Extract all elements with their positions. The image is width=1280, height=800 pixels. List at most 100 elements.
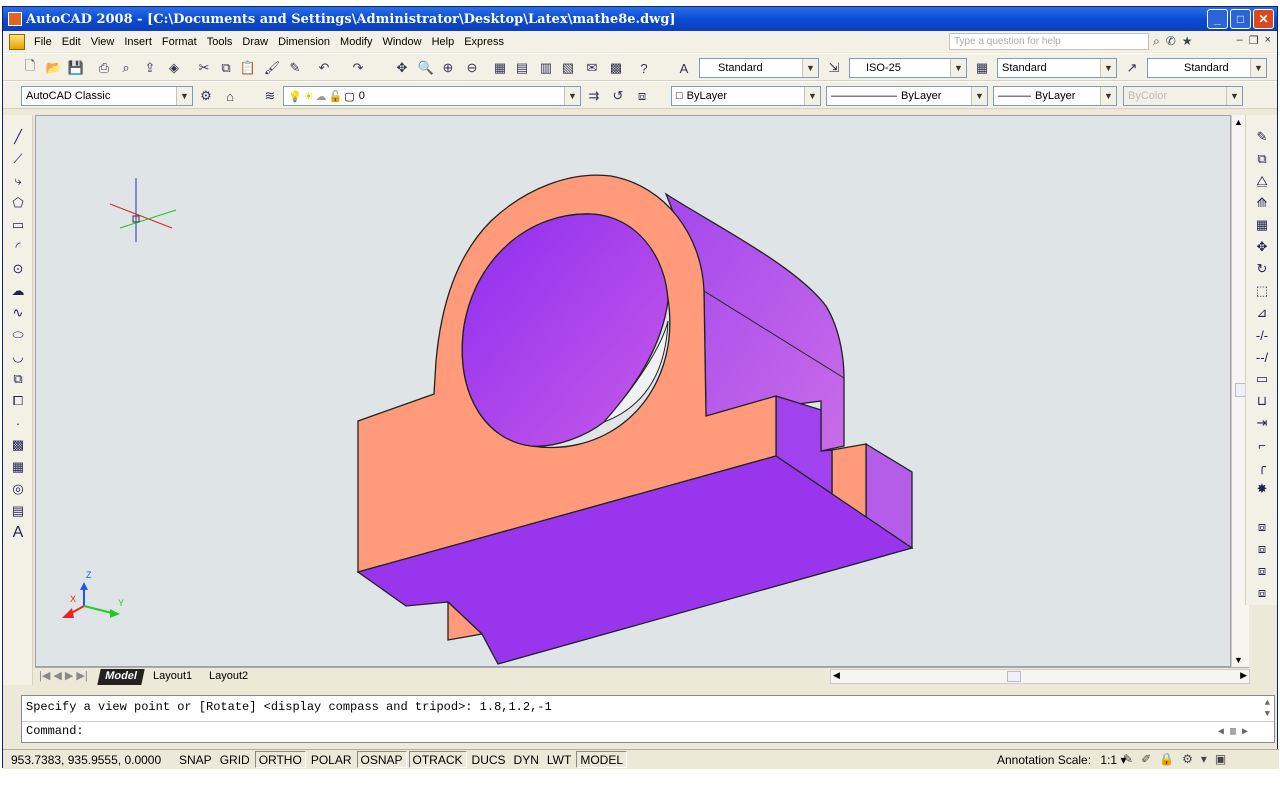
close-button[interactable]: ✕ [1253,9,1274,29]
zoom-realtime-icon[interactable]: 🔍 [417,59,435,77]
lwt-toggle[interactable]: LWT [544,751,574,768]
make-block-icon[interactable]: ⧠ [8,391,28,411]
scale-icon[interactable]: ⬚ [1252,281,1272,301]
rotate-icon[interactable]: ↻ [1252,259,1272,279]
document-icon[interactable] [9,33,25,50]
communication-center-icon[interactable]: ✆ [1166,34,1176,49]
publish-icon[interactable]: ⇪ [141,59,159,77]
revision-cloud-icon[interactable]: ☁ [8,281,28,301]
make-object-layer-current-icon[interactable]: ⇉ [585,87,603,105]
rectangle-icon[interactable]: ▭ [8,215,28,235]
break-icon[interactable]: ⊔ [1252,391,1272,411]
grid-toggle[interactable]: GRID [217,751,253,768]
zoom-previous-icon[interactable]: ⊖ [463,59,481,77]
annotation-scale-select[interactable]: 1:1 [1100,753,1117,767]
design-center-icon[interactable]: ▤ [513,59,531,77]
annotation-visibility-icon[interactable]: ✎ [1123,752,1133,766]
layer-properties-icon[interactable]: ≋ [261,87,279,105]
minimize-button[interactable]: _ [1207,9,1228,29]
linetype-control-select[interactable]: —————— ByLayer ▼ [826,86,988,106]
gradient-icon[interactable]: ▦ [8,457,28,477]
chamfer-icon[interactable]: ⌐ [1252,435,1272,455]
menu-tools[interactable]: Tools [202,36,238,48]
doc-restore-button[interactable]: ❐ [1249,34,1259,47]
tray-settings-icon[interactable]: ⚙ [1182,752,1193,766]
paste-icon[interactable]: 📋 [239,59,257,77]
multileader-style-select[interactable]: Standard ▼ [1147,58,1267,78]
polyline-icon[interactable]: ⤷ [8,171,28,191]
model-toggle[interactable]: MODEL [576,751,628,768]
workspace-settings-icon[interactable]: ⚙ [197,87,215,105]
tool-palettes-icon[interactable]: ▥ [537,59,555,77]
stretch-icon[interactable]: ⊿ [1252,303,1272,323]
draw-order-front-icon[interactable]: ⧈ [1252,517,1272,537]
menu-help[interactable]: Help [427,36,460,48]
menu-file[interactable]: File [29,36,57,48]
text-style-icon[interactable]: A [675,59,693,77]
ellipse-arc-icon[interactable]: ◡ [8,347,28,367]
copy-object-icon[interactable]: ⧉ [1252,149,1272,169]
menu-window[interactable]: Window [377,36,426,48]
layer-states-icon[interactable]: ⧈ [633,87,651,105]
copy-icon[interactable]: ⧉ [217,59,235,77]
tab-nav-first-icon[interactable]: |◀ ◀ ▶ ▶| [39,669,88,682]
save-icon[interactable]: 💾 [67,59,85,77]
scroll-down-icon[interactable]: ▼ [1234,655,1243,665]
tab-layout2[interactable]: Layout2 [203,669,254,685]
draw-order-above-icon[interactable]: ⧈ [1252,561,1272,581]
cmd-scroll-up-icon[interactable]: ▲ [1265,698,1270,708]
horizontal-scrollbar[interactable]: ◀ ▶ [830,669,1250,684]
cmd-hscroll-icon[interactable]: ◀ ▥ ▶ [1218,726,1248,738]
menu-format[interactable]: Format [157,36,202,48]
command-window[interactable]: Specify a view point or [Rotate] <displa… [21,695,1275,743]
text-style-select[interactable]: Standard ▼ [699,58,819,78]
polygon-icon[interactable]: ⬠ [8,193,28,213]
toolbar-lock-icon[interactable]: 🔒 [1159,752,1174,766]
join-icon[interactable]: ⇥ [1252,413,1272,433]
lineweight-control-select[interactable]: ——— ByLayer ▼ [993,86,1117,106]
draw-order-back-icon[interactable]: ⧈ [1252,539,1272,559]
scroll-up-icon[interactable]: ▲ [1234,117,1243,127]
hscroll-thumb[interactable] [1007,671,1021,682]
layer-previous-icon[interactable]: ↺ [609,87,627,105]
menu-view[interactable]: View [86,36,120,48]
workspace-save-icon[interactable]: ⌂ [221,87,239,105]
match-properties-icon[interactable]: 🖌 [263,59,281,77]
polar-toggle[interactable]: POLAR [308,751,355,768]
autocad-app-icon[interactable] [8,12,22,26]
menu-edit[interactable]: Edit [57,36,86,48]
table-style-select[interactable]: Standard ▼ [997,58,1117,78]
plot-preview-icon[interactable]: ⌕ [117,59,135,77]
help-icon[interactable]: ? [635,59,653,77]
osnap-toggle[interactable]: OSNAP [356,751,407,768]
region-icon[interactable]: ◎ [8,479,28,499]
explode-icon[interactable]: ✸ [1252,479,1272,499]
hatch-icon[interactable]: ▩ [8,435,28,455]
scroll-right-icon[interactable]: ▶ [1240,670,1247,681]
extend-icon[interactable]: --/ [1252,347,1272,367]
redo-icon[interactable]: ↷ [349,59,367,77]
ellipse-icon[interactable]: ⬭ [8,325,28,345]
table-style-icon[interactable]: ▦ [973,59,991,77]
cmd-scroll-down-icon[interactable]: ▼ [1265,709,1270,719]
menu-dimension[interactable]: Dimension [273,36,335,48]
tab-model[interactable]: Model [97,669,145,685]
3d-dwf-icon[interactable]: ◈ [165,59,183,77]
insert-block-icon[interactable]: ⧉ [8,369,28,389]
menu-modify[interactable]: Modify [335,36,377,48]
pan-icon[interactable]: ✥ [393,59,411,77]
trim-icon[interactable]: -/- [1252,325,1272,345]
scroll-left-icon[interactable]: ◀ [833,670,840,681]
tab-layout1[interactable]: Layout1 [147,669,198,685]
erase-icon[interactable]: ✎ [1252,127,1272,147]
search-icon[interactable]: ⌕ [1153,34,1160,49]
menu-express[interactable]: Express [459,36,509,48]
break-at-point-icon[interactable]: ▭ [1252,369,1272,389]
tray-menu-icon[interactable]: ▾ [1201,752,1207,766]
maximize-button[interactable]: □ [1230,9,1251,29]
workspace-select[interactable]: AutoCAD Classic ▼ [21,86,193,106]
drawing-canvas[interactable]: Z X Y [35,115,1231,667]
ducs-toggle[interactable]: DUCS [469,751,509,768]
plot-icon[interactable]: ⎙ [95,59,113,77]
properties-icon[interactable]: ▦ [491,59,509,77]
